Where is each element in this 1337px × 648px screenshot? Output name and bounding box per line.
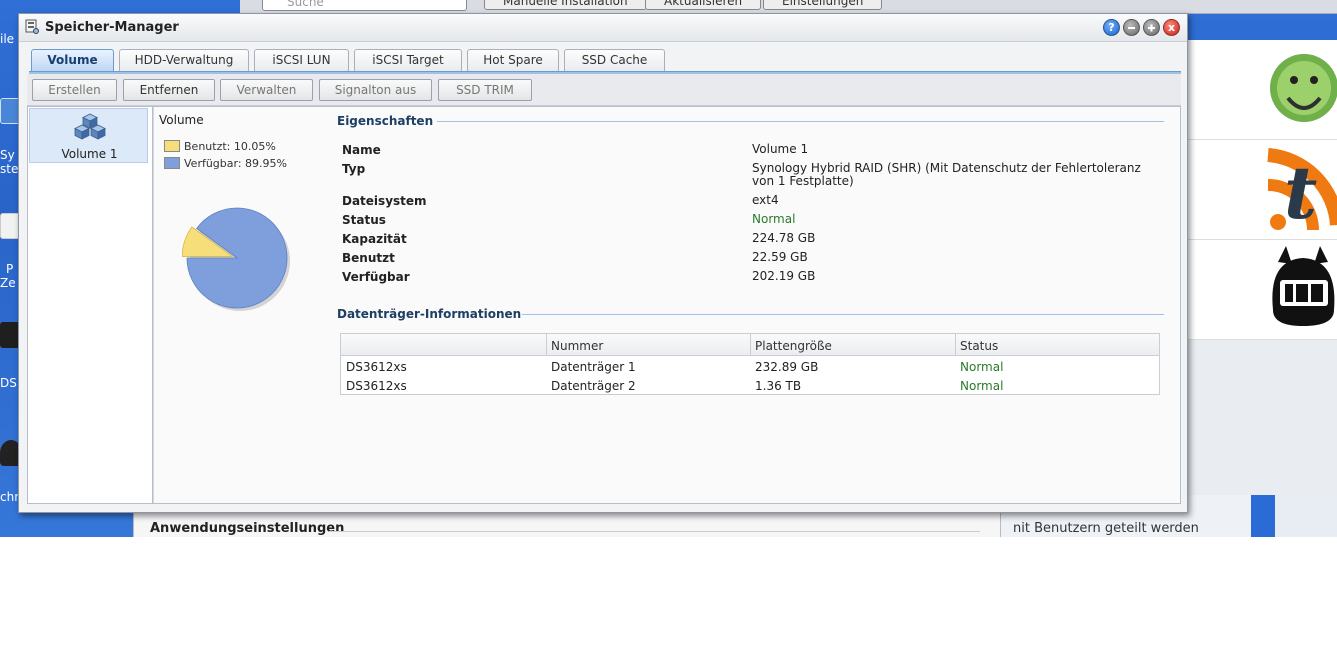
disk-cell-size[interactable]: 232.89 GB bbox=[755, 360, 818, 374]
disk-cell-model[interactable]: DS3612xs bbox=[346, 360, 407, 374]
disk-cell-status[interactable]: Normal bbox=[960, 379, 1003, 393]
maximize-icon bbox=[1148, 24, 1155, 32]
storage-manager-icon bbox=[25, 19, 39, 34]
disk-table-header: Nummer Plattengröße Status bbox=[341, 334, 1159, 356]
volume-list-item[interactable]: Volume 1 bbox=[29, 108, 148, 163]
desktop-label: Sy bbox=[0, 148, 15, 162]
remove-button[interactable]: Entfernen bbox=[123, 79, 215, 101]
desktop-label: DS bbox=[0, 376, 17, 390]
storage-manager-window: Speicher-Manager ? x Volume HDD-Verwaltu… bbox=[18, 13, 1188, 513]
package-logo-icon bbox=[1270, 54, 1337, 122]
background-edge bbox=[1251, 495, 1275, 537]
prop-label-capacity: Kapazität bbox=[342, 232, 407, 246]
content-area: Volume 1 Volume Benutzt: 10.05% Verfügba… bbox=[27, 106, 1181, 504]
tab-ssd-cache[interactable]: SSD Cache bbox=[564, 49, 665, 71]
volume-list: Volume 1 bbox=[28, 107, 153, 503]
prop-value-filesystem: ext4 bbox=[752, 193, 779, 207]
section-title: Anwendungseinstellungen bbox=[150, 521, 345, 536]
disk-cell-model[interactable]: DS3612xs bbox=[346, 379, 407, 393]
window-title: Speicher-Manager bbox=[45, 20, 179, 35]
svg-text:t: t bbox=[1284, 150, 1317, 235]
info-text: nit Benutzern geteilt werden bbox=[1013, 521, 1199, 536]
legend-swatch-free bbox=[164, 157, 180, 169]
package-logo-icon bbox=[1272, 246, 1335, 326]
properties-divider bbox=[437, 121, 1164, 122]
close-button[interactable]: x bbox=[1163, 19, 1180, 36]
prop-value-available: 202.19 GB bbox=[752, 269, 816, 283]
help-button[interactable]: ? bbox=[1103, 19, 1120, 36]
disk-table: Nummer Plattengröße Status DS3612xs Date… bbox=[340, 333, 1160, 395]
column-separator bbox=[546, 334, 547, 356]
pie-slice-available bbox=[186, 207, 288, 309]
legend-label: Verfügbar: 89.95% bbox=[184, 157, 287, 170]
column-separator bbox=[955, 334, 956, 356]
desktop-label: ste bbox=[0, 162, 19, 176]
disk-cell-number[interactable]: Datenträger 2 bbox=[551, 379, 636, 393]
properties-heading: Eigenschaften bbox=[337, 114, 434, 128]
minimize-icon bbox=[1128, 27, 1135, 29]
ssd-trim-button[interactable]: SSD TRIM bbox=[438, 79, 532, 101]
prop-label-used: Benutzt bbox=[342, 251, 395, 265]
desktop-label: chr bbox=[0, 490, 20, 504]
settings-button[interactable]: Einstellungen bbox=[763, 0, 883, 10]
package-tile[interactable] bbox=[1188, 40, 1337, 140]
disks-heading: Datenträger-Informationen bbox=[337, 307, 522, 321]
background-search-input[interactable]: Suche bbox=[262, 0, 467, 11]
desktop-label: ile bbox=[0, 32, 15, 46]
legend-item-free: Verfügbar: 89.95% bbox=[164, 157, 287, 170]
prop-value-capacity: 224.78 GB bbox=[752, 231, 816, 245]
volume-label: Volume 1 bbox=[61, 147, 118, 161]
window-titlebar[interactable]: Speicher-Manager ? x bbox=[19, 14, 1187, 42]
disk-cell-size[interactable]: 1.36 TB bbox=[755, 379, 801, 393]
prop-label-name: Name bbox=[342, 143, 381, 157]
prop-value-name: Volume 1 bbox=[752, 142, 809, 156]
background-edge bbox=[1275, 495, 1337, 537]
chart-title: Volume bbox=[159, 113, 204, 127]
column-header[interactable]: Status bbox=[960, 339, 998, 353]
tab-hot-spare[interactable]: Hot Spare bbox=[467, 49, 559, 71]
manual-install-button[interactable]: Manuelle Installation bbox=[484, 0, 647, 10]
usage-pie-chart bbox=[182, 207, 290, 311]
prop-label-filesystem: Dateisystem bbox=[342, 194, 427, 208]
toolbar: Erstellen Entfernen Verwalten Signalton … bbox=[27, 74, 1181, 106]
prop-label-type: Typ bbox=[342, 162, 366, 176]
package-tile[interactable]: t bbox=[1188, 140, 1337, 240]
legend-item-used: Benutzt: 10.05% bbox=[164, 140, 276, 153]
column-header[interactable]: Plattengröße bbox=[755, 339, 832, 353]
tab-iscsi-target[interactable]: iSCSI Target bbox=[354, 49, 462, 71]
refresh-button[interactable]: Aktualisieren bbox=[645, 0, 762, 10]
create-button[interactable]: Erstellen bbox=[32, 79, 117, 101]
signal-off-button[interactable]: Signalton aus bbox=[319, 79, 432, 101]
prop-value-status: Normal bbox=[752, 212, 796, 226]
minimize-button[interactable] bbox=[1123, 19, 1140, 36]
legend-swatch-used bbox=[164, 140, 180, 152]
column-separator bbox=[750, 334, 751, 356]
volume-icon bbox=[74, 113, 106, 140]
package-logo-icon: t bbox=[1267, 148, 1337, 235]
background-settings-card: Anwendungseinstellungen bbox=[133, 512, 1001, 537]
section-divider bbox=[329, 531, 980, 532]
disks-divider bbox=[522, 314, 1164, 315]
tab-iscsi-lun[interactable]: iSCSI LUN bbox=[254, 49, 349, 71]
volume-details: Volume Benutzt: 10.05% Verfügbar: 89.95%… bbox=[154, 107, 1180, 503]
tab-volume[interactable]: Volume bbox=[31, 49, 114, 72]
manage-button[interactable]: Verwalten bbox=[220, 79, 313, 101]
prop-label-status: Status bbox=[342, 213, 386, 227]
prop-value-used: 22.59 GB bbox=[752, 250, 808, 264]
legend-label: Benutzt: 10.05% bbox=[184, 140, 276, 153]
prop-value-type: Synology Hybrid RAID (SHR) (Mit Datensch… bbox=[752, 161, 1141, 188]
disk-cell-number[interactable]: Datenträger 1 bbox=[551, 360, 636, 374]
column-header[interactable]: Nummer bbox=[551, 339, 603, 353]
desktop-label: P bbox=[6, 262, 14, 276]
package-tile[interactable] bbox=[1188, 240, 1337, 340]
disk-cell-status[interactable]: Normal bbox=[960, 360, 1003, 374]
maximize-button[interactable] bbox=[1143, 19, 1160, 36]
prop-label-available: Verfügbar bbox=[342, 270, 410, 284]
desktop-label: Ze bbox=[0, 276, 16, 290]
tab-hdd-management[interactable]: HDD-Verwaltung bbox=[119, 49, 249, 71]
